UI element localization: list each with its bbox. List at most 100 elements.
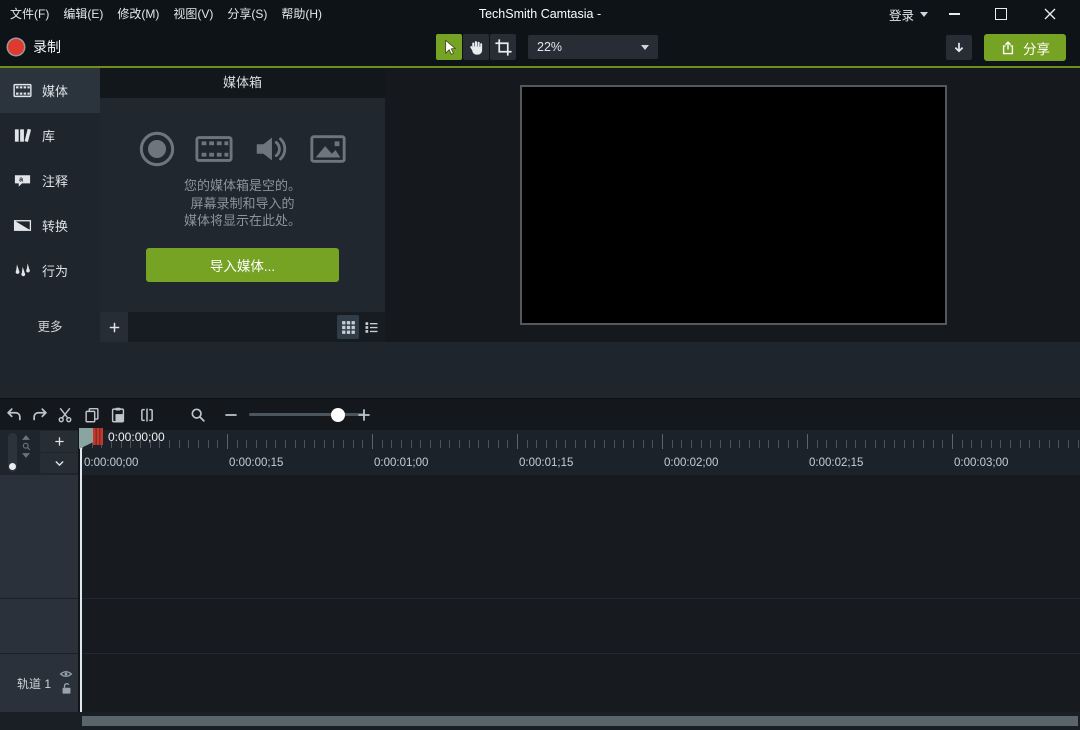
ruler-tick bbox=[817, 440, 818, 448]
selection-tool-button[interactable] bbox=[436, 34, 462, 60]
empty-message-line: 屏幕录制和导入的 bbox=[100, 195, 385, 213]
ruler-tick bbox=[594, 440, 595, 448]
divider bbox=[80, 653, 1080, 654]
behaviors-icon bbox=[13, 261, 32, 280]
download-icon bbox=[951, 40, 967, 56]
track-lanes[interactable] bbox=[80, 475, 1080, 712]
menu-item[interactable]: 视图(V) bbox=[173, 0, 213, 28]
playhead-out-marker[interactable] bbox=[93, 428, 103, 445]
timeline-zoom-in-button[interactable] bbox=[352, 403, 376, 427]
divider bbox=[0, 598, 78, 599]
timeline-horizontal-scrollbar[interactable] bbox=[82, 716, 1078, 726]
ruler-tick bbox=[430, 440, 431, 448]
track-lock-toggle[interactable] bbox=[61, 682, 72, 695]
track-zoom-control[interactable] bbox=[21, 435, 31, 458]
ruler-tick bbox=[672, 440, 673, 448]
playhead-line[interactable] bbox=[80, 447, 82, 712]
timeline-zoom-slider-thumb[interactable] bbox=[331, 408, 345, 422]
minimize-button[interactable] bbox=[937, 0, 971, 28]
chevron-down-icon bbox=[53, 457, 66, 470]
close-button[interactable] bbox=[1033, 0, 1067, 28]
timeline-zoom-slider[interactable] bbox=[249, 413, 365, 416]
close-icon bbox=[1044, 8, 1056, 20]
library-icon bbox=[13, 126, 32, 145]
cursor-icon bbox=[440, 38, 459, 57]
menu-item[interactable]: 编辑(E) bbox=[63, 0, 103, 28]
paste-button[interactable] bbox=[106, 403, 130, 427]
menu-item[interactable]: 文件(F) bbox=[10, 0, 49, 28]
sidebar-item-media[interactable]: 媒体 bbox=[0, 68, 100, 113]
zoom-level-select[interactable]: 22% bbox=[528, 35, 658, 59]
undo-button[interactable] bbox=[2, 403, 26, 427]
sidebar-item-transitions[interactable]: 转换 bbox=[0, 203, 100, 248]
track-visibility-toggle[interactable] bbox=[59, 669, 73, 679]
share-button[interactable]: 分享 bbox=[984, 34, 1066, 61]
ruler-tick bbox=[904, 440, 905, 448]
ruler-label: 0:00:02;15 bbox=[809, 457, 863, 469]
import-media-button[interactable]: 导入媒体... bbox=[146, 248, 339, 282]
ruler-tick bbox=[788, 440, 789, 448]
plus-icon bbox=[107, 320, 122, 335]
sidebar-item-annotations[interactable]: a注释 bbox=[0, 158, 100, 203]
ruler-tick bbox=[256, 440, 257, 448]
ruler-tick bbox=[372, 434, 373, 449]
ruler-tick bbox=[720, 440, 721, 448]
ruler-tick bbox=[604, 440, 605, 448]
record-button[interactable]: 录制 bbox=[8, 28, 61, 66]
empty-message-line: 媒体将显示在此处。 bbox=[100, 212, 385, 230]
sidebar-item-library[interactable]: 库 bbox=[0, 113, 100, 158]
ruler-tick bbox=[565, 440, 566, 448]
paste-icon bbox=[109, 406, 127, 424]
menu-item[interactable]: 帮助(H) bbox=[281, 0, 322, 28]
media-bin-empty-icons bbox=[100, 130, 385, 168]
ruler-tick bbox=[1020, 440, 1021, 448]
maximize-button[interactable] bbox=[984, 0, 1018, 28]
track-height-slider[interactable] bbox=[8, 433, 17, 472]
ruler-tick bbox=[198, 440, 199, 448]
sidebar-item-label: 媒体 bbox=[42, 81, 68, 100]
timeline-zoom-out-button[interactable] bbox=[219, 403, 243, 427]
add-media-button[interactable] bbox=[100, 312, 128, 342]
timeline-ruler[interactable]: 0:00:00;00 0:00:00;000:00:00;150:00:01;0… bbox=[80, 430, 1080, 475]
ruler-tick bbox=[440, 440, 441, 448]
sidebar-more-button[interactable]: 更多 bbox=[0, 312, 100, 342]
copy-button[interactable] bbox=[80, 403, 104, 427]
ruler-tick bbox=[971, 440, 972, 448]
ruler-tick bbox=[188, 440, 189, 448]
audio-icon bbox=[252, 130, 290, 168]
track-height-slider-thumb[interactable] bbox=[9, 463, 16, 470]
grid-view-button[interactable] bbox=[337, 315, 359, 339]
pan-tool-button[interactable] bbox=[463, 34, 489, 60]
cut-button[interactable] bbox=[53, 403, 77, 427]
collapse-tracks-button[interactable] bbox=[40, 453, 78, 473]
ruler-tick bbox=[865, 440, 866, 448]
camtasia-window: 文件(F)编辑(E)修改(M)视图(V)分享(S)帮助(H) TechSmith… bbox=[0, 0, 1080, 730]
download-button[interactable] bbox=[946, 35, 972, 60]
login-button[interactable]: 登录 bbox=[889, 0, 928, 28]
grid-view-icon bbox=[341, 320, 356, 335]
redo-button[interactable] bbox=[28, 403, 52, 427]
track-header[interactable]: 轨道 1 bbox=[0, 653, 78, 712]
crop-tool-button[interactable] bbox=[490, 34, 516, 60]
ruler-tick bbox=[275, 440, 276, 448]
sidebar-item-behaviors[interactable]: 行为 bbox=[0, 248, 100, 293]
list-view-button[interactable] bbox=[360, 315, 382, 339]
ruler-tick bbox=[556, 440, 557, 448]
preview-canvas[interactable] bbox=[520, 85, 947, 325]
ruler-tick bbox=[952, 434, 953, 449]
ruler-tick bbox=[749, 440, 750, 448]
menu-item[interactable]: 修改(M) bbox=[117, 0, 159, 28]
ruler-tick bbox=[1049, 440, 1050, 448]
ruler-tick bbox=[942, 440, 943, 448]
ruler-tick bbox=[681, 440, 682, 448]
caret-down-icon bbox=[641, 45, 649, 50]
zoom-level-value: 22% bbox=[537, 40, 562, 54]
ruler-tick bbox=[826, 440, 827, 448]
split-button[interactable] bbox=[135, 403, 159, 427]
playback-bar: 00:00 / 00:00 30 fps 属性 bbox=[0, 342, 1080, 398]
add-track-button[interactable] bbox=[40, 431, 78, 452]
menu-item[interactable]: 分享(S) bbox=[227, 0, 267, 28]
ruler-label: 0:00:01;15 bbox=[519, 457, 573, 469]
ruler-tick bbox=[1029, 440, 1030, 448]
ruler-tick bbox=[633, 440, 634, 448]
